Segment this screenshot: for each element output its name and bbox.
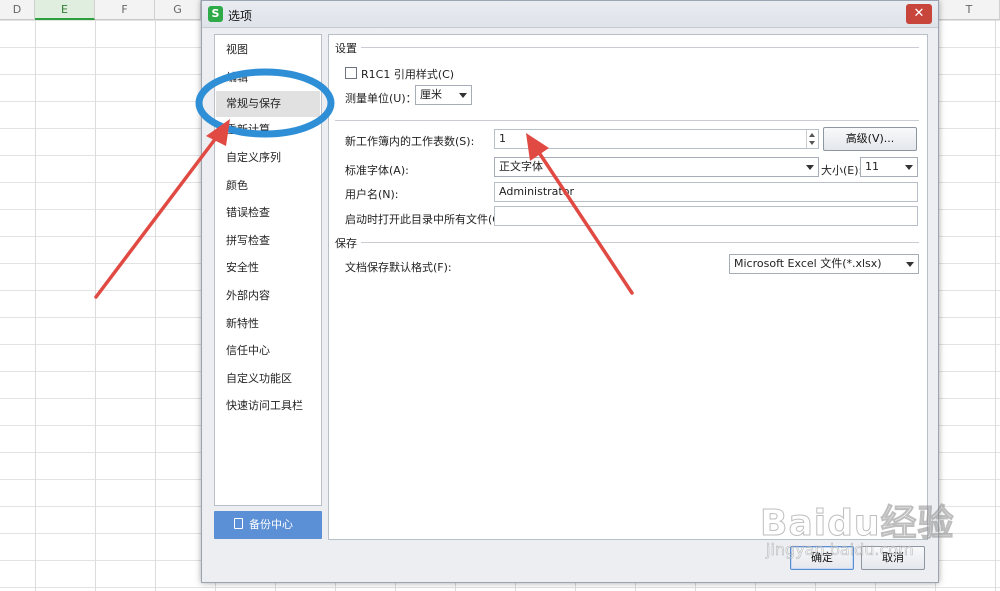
nav-item-edit[interactable]: 编辑 bbox=[216, 65, 320, 91]
nav-item-customize-ribbon[interactable]: 自定义功能区 bbox=[216, 366, 320, 392]
column-header-e[interactable]: E bbox=[35, 0, 95, 20]
nav-item-color[interactable]: 颜色 bbox=[216, 173, 320, 199]
nav-item-new-features[interactable]: 新特性 bbox=[216, 311, 320, 337]
chevron-down-icon bbox=[905, 165, 913, 170]
settings-group-divider bbox=[335, 47, 919, 48]
size-select[interactable]: 11 bbox=[860, 157, 918, 177]
chevron-down-icon bbox=[459, 93, 467, 98]
column-header-f[interactable]: F bbox=[95, 0, 155, 20]
save-format-select[interactable]: Microsoft Excel 文件(*.xlsx) bbox=[729, 254, 919, 274]
dialog-title: 选项 bbox=[228, 9, 253, 23]
save-group-divider bbox=[335, 242, 919, 243]
advanced-button[interactable]: 高级(V)... bbox=[823, 127, 917, 151]
column-header-g[interactable]: G bbox=[155, 0, 201, 20]
startup-folder-input[interactable] bbox=[494, 206, 918, 226]
ok-button[interactable]: 确定 bbox=[790, 546, 854, 570]
save-format-value: Microsoft Excel 文件(*.xlsx) bbox=[734, 257, 882, 270]
nav-item-custom-lists[interactable]: 自定义序列 bbox=[216, 145, 320, 171]
chevron-down-icon bbox=[906, 262, 914, 267]
nav-item-security[interactable]: 安全性 bbox=[216, 255, 320, 281]
spin-down-icon bbox=[809, 141, 815, 145]
backup-center-button[interactable]: 备份中心 bbox=[214, 511, 322, 539]
unit-label: 测量单位(U)： bbox=[345, 92, 417, 105]
nav-item-quick-access-toolbar[interactable]: 快速访问工具栏 bbox=[216, 393, 320, 419]
sheet-count-label: 新工作簿内的工作表数(S): bbox=[345, 135, 475, 148]
cancel-button[interactable]: 取消 bbox=[861, 546, 925, 570]
save-group-title: 保存 bbox=[335, 235, 361, 251]
size-value: 11 bbox=[865, 160, 879, 173]
nav-item-trust-center[interactable]: 信任中心 bbox=[216, 338, 320, 364]
spin-up-icon bbox=[809, 133, 815, 137]
nav-item-error-check[interactable]: 错误检查 bbox=[216, 200, 320, 226]
sheet-count-input[interactable]: 1 bbox=[494, 129, 819, 149]
column-header-d[interactable]: D bbox=[0, 0, 35, 20]
column-header-t[interactable]: T bbox=[939, 0, 1000, 20]
unit-value: 厘米 bbox=[420, 88, 442, 101]
options-dialog: S 选项 ✕ 视图 编辑 常规与保存 重新计算 自定义序列 颜色 错误检查 拼写… bbox=[201, 0, 939, 583]
nav-item-view[interactable]: 视图 bbox=[216, 37, 320, 63]
username-label: 用户名(N): bbox=[345, 188, 399, 201]
backup-icon bbox=[234, 518, 243, 529]
settings-divider bbox=[335, 120, 919, 121]
wps-spreadsheet-icon: S bbox=[208, 6, 223, 22]
dialog-titlebar[interactable]: S 选项 ✕ bbox=[202, 1, 938, 28]
nav-item-general-save[interactable]: 常规与保存 bbox=[216, 91, 320, 117]
sheet-count-value: 1 bbox=[499, 132, 506, 145]
settings-panel: 设置 R1C1 引用样式(C) 测量单位(U)： 厘米 新工作簿内的工作表数(S… bbox=[328, 34, 928, 540]
username-input[interactable]: Administrator bbox=[494, 182, 918, 202]
nav-item-spell-check[interactable]: 拼写检查 bbox=[216, 228, 320, 254]
close-button[interactable]: ✕ bbox=[906, 4, 932, 24]
backup-center-label: 备份中心 bbox=[249, 518, 293, 531]
unit-select[interactable]: 厘米 bbox=[415, 85, 472, 105]
options-nav-list: 视图 编辑 常规与保存 重新计算 自定义序列 颜色 错误检查 拼写检查 安全性 … bbox=[214, 34, 322, 506]
startup-folder-label: 启动时打开此目录中所有文件(O): bbox=[345, 213, 509, 226]
save-format-label: 文档保存默认格式(F): bbox=[345, 261, 452, 274]
size-label: 大小(E): bbox=[821, 164, 863, 177]
chevron-down-icon bbox=[806, 165, 814, 170]
nav-item-external-content[interactable]: 外部内容 bbox=[216, 283, 320, 309]
username-value: Administrator bbox=[499, 185, 574, 198]
font-label: 标准字体(A): bbox=[345, 164, 409, 177]
font-value: 正文字体 bbox=[499, 160, 543, 173]
r1c1-checkbox[interactable] bbox=[345, 67, 357, 79]
font-select[interactable]: 正文字体 bbox=[494, 157, 819, 177]
nav-item-recalculate[interactable]: 重新计算 bbox=[216, 117, 320, 143]
settings-group-title: 设置 bbox=[335, 40, 361, 56]
r1c1-label: R1C1 引用样式(C) bbox=[361, 68, 455, 81]
sheet-count-spinner[interactable] bbox=[806, 130, 818, 148]
